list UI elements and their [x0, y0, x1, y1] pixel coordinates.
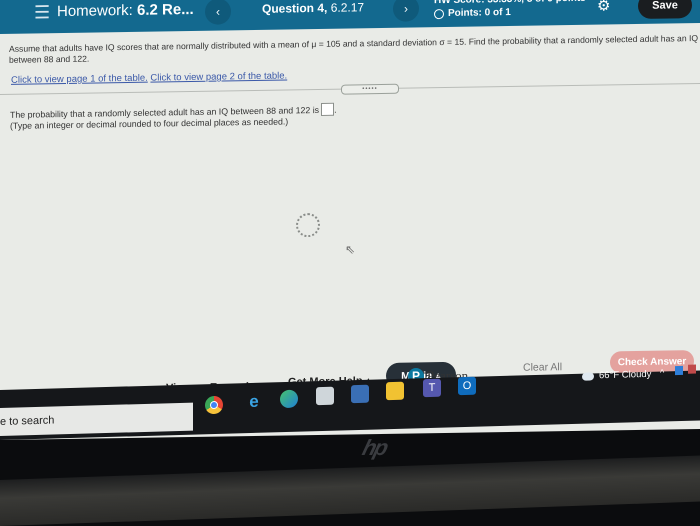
chevron-right-icon: ›	[404, 1, 408, 16]
teams-icon[interactable]: T	[423, 378, 441, 398]
save-button[interactable]: Save	[638, 0, 692, 19]
previous-question-button[interactable]: ‹	[205, 0, 231, 25]
homework-name: 6.2 Re...	[137, 0, 194, 19]
file-explorer-icon[interactable]	[386, 381, 404, 401]
expand-toggle[interactable]: •••••	[341, 83, 399, 95]
clear-all-button[interactable]: Clear All	[523, 361, 562, 374]
tray-chevron-icon[interactable]: ^	[660, 367, 664, 377]
tray-app-icon[interactable]	[675, 365, 683, 376]
table-page-2-link[interactable]: Click to view page 2 of the table.	[150, 70, 287, 83]
laptop-bezel	[0, 455, 700, 526]
question-label: Question 4,	[262, 0, 328, 16]
chrome-icon[interactable]	[205, 395, 223, 415]
cloud-icon	[582, 371, 594, 381]
question-indicator: Question 4, 6.2.17	[262, 0, 364, 16]
media-player-icon[interactable]	[351, 384, 369, 404]
answer-input[interactable]	[321, 102, 335, 116]
next-question-button[interactable]: ›	[393, 0, 419, 22]
hamburger-menu-icon[interactable]: ☰	[34, 2, 50, 23]
taskbar-search[interactable]: e to search	[0, 402, 193, 436]
chevron-left-icon: ‹	[216, 4, 220, 19]
answer-suffix: .	[334, 104, 337, 115]
edge-icon[interactable]	[280, 389, 298, 409]
loading-spinner-icon	[296, 212, 320, 238]
question-id: 6.2.17	[330, 0, 365, 15]
points-circle-icon	[434, 8, 444, 19]
homework-prefix: Homework:	[57, 1, 133, 21]
tray-app-icon[interactable]	[688, 364, 696, 374]
header-bar: ☰ Homework: 6.2 Re... ‹ Question 4, 6.2.…	[0, 0, 700, 34]
hp-logo: hp	[359, 435, 390, 460]
outlook-icon[interactable]: O	[458, 376, 476, 396]
search-placeholder: e to search	[0, 414, 55, 428]
score-panel: HW Score: 33.33%, 3 of 9 points Points: …	[434, 0, 586, 20]
question-text: Assume that adults have IQ scores that a…	[9, 33, 699, 65]
table-links: Click to view page 1 of the table. Click…	[11, 70, 287, 85]
weather-text: 66°F Cloudy	[599, 368, 652, 382]
mouse-cursor-icon: ⇖	[345, 242, 356, 257]
table-page-1-link[interactable]: Click to view page 1 of the table.	[11, 73, 148, 86]
points-value: Points: 0 of 1	[448, 6, 511, 19]
homework-title: Homework: 6.2 Re...	[57, 1, 194, 20]
gear-icon[interactable]: ⚙	[597, 0, 610, 15]
weather-widget[interactable]: 66°F Cloudy	[582, 369, 651, 382]
internet-explorer-icon[interactable]: e	[245, 392, 263, 412]
snipping-tool-icon[interactable]	[316, 386, 334, 406]
